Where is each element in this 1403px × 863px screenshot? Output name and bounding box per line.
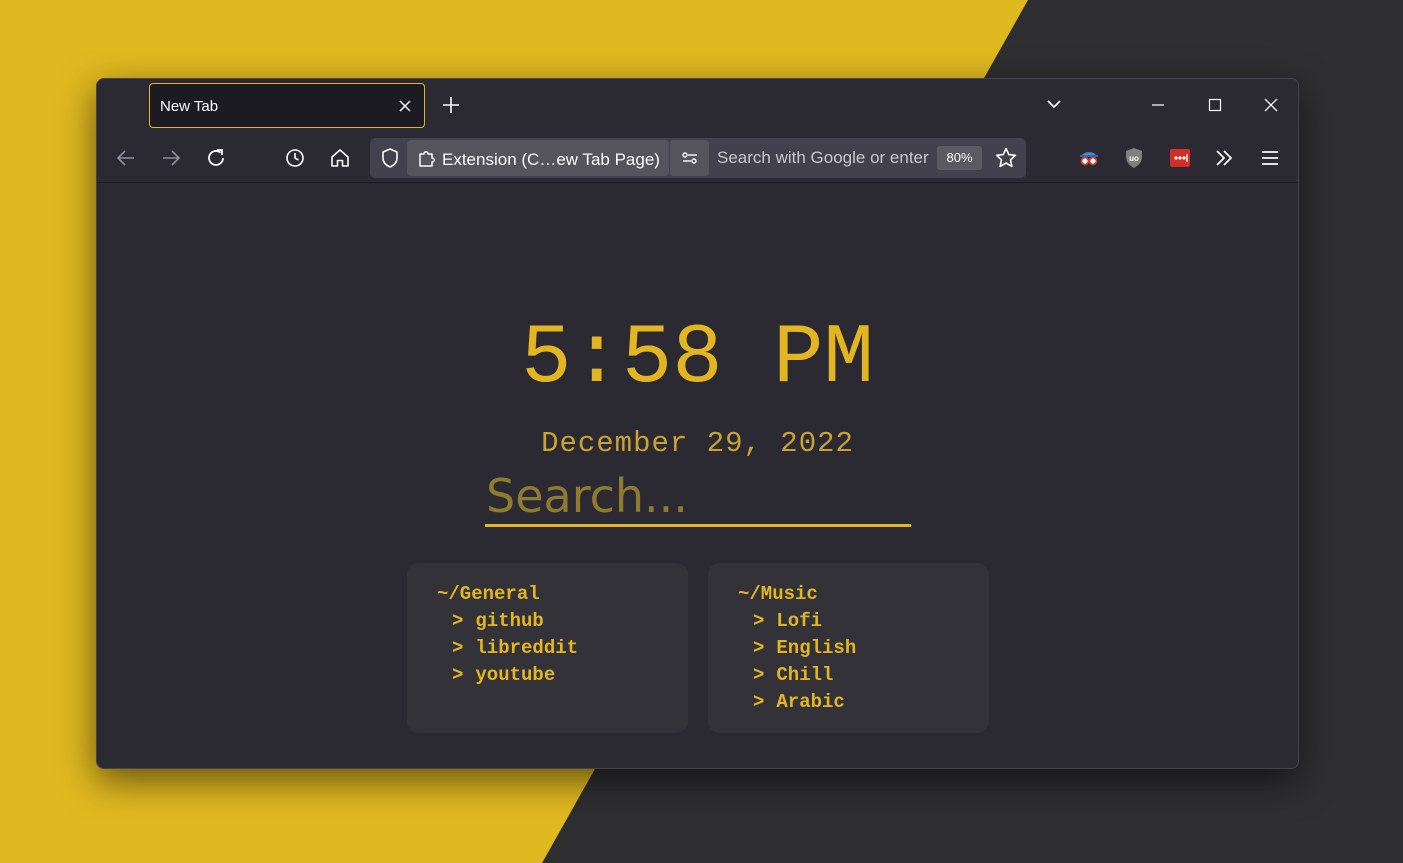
bookmark-group-music: ~/Music > Lofi > English > Chill > Arabic xyxy=(708,563,989,733)
link-label: github xyxy=(475,610,544,632)
reload-icon[interactable] xyxy=(204,146,228,170)
overflow-chevrons-icon[interactable] xyxy=(1212,146,1236,170)
link-english[interactable]: > English xyxy=(753,635,856,662)
link-label: youtube xyxy=(475,664,556,686)
back-arrow-icon[interactable] xyxy=(114,146,138,170)
link-label: Chill xyxy=(776,664,834,686)
new-tab-plus-icon[interactable] xyxy=(441,95,461,115)
maximize-icon[interactable] xyxy=(1207,97,1223,113)
group-title: ~/General xyxy=(437,583,540,605)
link-arrow: > xyxy=(452,610,464,632)
search-input[interactable] xyxy=(485,467,911,527)
shield-icon[interactable] xyxy=(379,147,401,169)
link-label: Arabic xyxy=(776,691,845,713)
link-arrow: > xyxy=(753,637,765,659)
ublock-icon[interactable]: uo xyxy=(1122,146,1146,170)
password-manager-icon[interactable] xyxy=(1168,146,1192,170)
svg-text:uo: uo xyxy=(1129,154,1139,163)
link-arrow: > xyxy=(753,610,765,632)
link-list: > github > libreddit > youtube xyxy=(452,608,578,689)
address-input[interactable] xyxy=(717,146,929,170)
link-list: > Lofi > English > Chill > Arabic xyxy=(753,608,856,716)
link-label: libreddit xyxy=(475,637,579,659)
forward-arrow-icon[interactable] xyxy=(159,146,183,170)
zoom-badge[interactable]: 80% xyxy=(937,146,982,170)
link-label: English xyxy=(776,637,857,659)
spy-glasses-icon[interactable] xyxy=(1077,146,1101,170)
star-icon[interactable] xyxy=(994,146,1018,170)
link-github[interactable]: > github xyxy=(452,608,578,635)
clock-date: December 29, 2022 xyxy=(541,427,854,460)
identity-label: Extension (C…ew Tab Page) xyxy=(442,150,660,169)
hamburger-menu-icon[interactable] xyxy=(1258,146,1282,170)
window-close-icon[interactable] xyxy=(1263,97,1279,113)
permissions-button[interactable] xyxy=(669,140,709,176)
link-arabic[interactable]: > Arabic xyxy=(753,689,856,716)
new-tab-page: 5:58 PM December 29, 2022 ~/General > git… xyxy=(97,183,1298,768)
bookmark-group-general: ~/General > github > libreddit > youtube xyxy=(407,563,688,733)
address-bar[interactable]: Extension (C…ew Tab Page) 80% xyxy=(370,138,1026,178)
link-arrow: > xyxy=(753,664,765,686)
link-chill[interactable]: > Chill xyxy=(753,662,856,689)
tab-strip: New Tab xyxy=(97,79,1298,133)
minimize-icon[interactable] xyxy=(1150,97,1166,113)
group-title: ~/Music xyxy=(738,583,818,605)
permissions-icon xyxy=(680,149,700,167)
chevron-down-icon[interactable] xyxy=(1045,95,1063,113)
link-lofi[interactable]: > Lofi xyxy=(753,608,856,635)
history-icon[interactable] xyxy=(283,146,307,170)
identity-box[interactable]: Extension (C…ew Tab Page) xyxy=(407,140,669,176)
clock-time: 5:58 PM xyxy=(521,312,874,407)
link-libreddit[interactable]: > libreddit xyxy=(452,635,578,662)
browser-window: New Tab Extension (C…ew Tab Page) Search… xyxy=(96,78,1299,769)
link-arrow: > xyxy=(452,637,464,659)
tab-title: New Tab xyxy=(160,98,219,115)
link-label: Lofi xyxy=(776,610,823,632)
navigation-toolbar: Extension (C…ew Tab Page) 80% uo xyxy=(97,133,1298,183)
close-icon[interactable] xyxy=(398,99,412,113)
link-arrow: > xyxy=(452,664,464,686)
puzzle-icon xyxy=(417,148,437,168)
link-youtube[interactable]: > youtube xyxy=(452,662,578,689)
home-icon[interactable] xyxy=(328,146,352,170)
link-arrow: > xyxy=(753,691,765,713)
tab-new-tab[interactable]: New Tab xyxy=(149,83,425,128)
